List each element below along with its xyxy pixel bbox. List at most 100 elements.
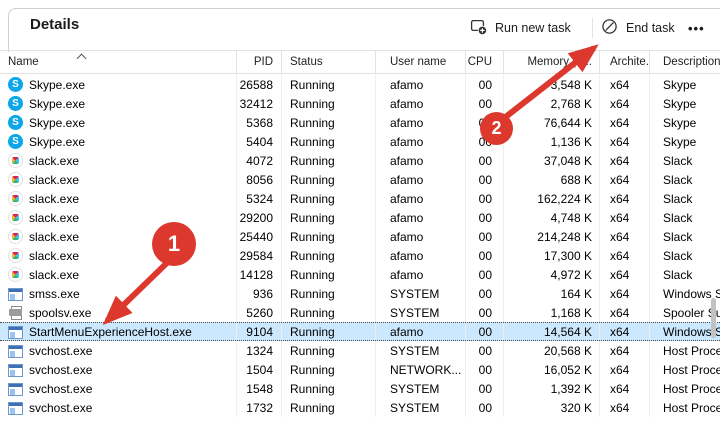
cell-mem: 688 K — [504, 170, 600, 189]
column-header-label: Name — [8, 56, 39, 68]
cell-name: spoolsv.exe — [0, 303, 237, 322]
windows-app-icon — [8, 401, 23, 415]
process-table: S Skype.exe 26588 Running afamo 00 3,548 Kx64 S… — [0, 75, 720, 417]
toolbar-divider — [592, 18, 593, 38]
table-row[interactable]: svchost.exe 1504 Running NETWORK... 00 16,052… — [0, 360, 720, 379]
cell-name: slack.exe — [0, 189, 237, 208]
table-row[interactable]: slack.exe 4072 Running afamo 00 37,048 Kx64 Sl… — [0, 151, 720, 170]
slack-icon — [8, 172, 23, 187]
cell-user: afamo — [376, 189, 466, 208]
windows-app-icon — [8, 363, 23, 377]
cell-status: Running — [282, 360, 376, 379]
table-row[interactable]: S Skype.exe 26588 Running afamo 00 3,548 Kx64 S… — [0, 75, 720, 94]
cell-user: afamo — [376, 75, 466, 94]
cell-user: SYSTEM — [376, 341, 466, 360]
table-row[interactable]: svchost.exe 1548 Running SYSTEM 00 1,392 Kx64… — [0, 379, 720, 398]
end-task-button[interactable]: End task — [601, 15, 675, 41]
more-options-button[interactable]: ••• — [688, 15, 705, 41]
table-row[interactable]: svchost.exe 1732 Running SYSTEM 00 320 Kx64 Ho… — [0, 398, 720, 417]
column-header-user[interactable]: User name — [376, 51, 466, 73]
column-header-label: Memory (a... — [527, 56, 592, 68]
cell-desc: Slack — [663, 172, 693, 187]
cell-name: S Skype.exe — [0, 75, 237, 94]
cell-mem: 1,136 K — [504, 132, 600, 151]
cell-mem: 37,048 K — [504, 151, 600, 170]
cell-status: Running — [282, 94, 376, 113]
cell-cpu: 00 — [466, 303, 504, 322]
cell-mem: 20,568 K — [504, 341, 600, 360]
column-header-status[interactable]: Status — [282, 51, 376, 73]
cell-mem: 1,392 K — [504, 379, 600, 398]
column-header-name[interactable]: Name — [0, 51, 237, 73]
cell-pid: 32412 — [237, 94, 282, 113]
cell-desc: Slack — [663, 153, 693, 168]
cell-arch: x64 — [600, 379, 650, 398]
cell-mem: 16,052 K — [504, 360, 600, 379]
cell-user: afamo — [376, 132, 466, 151]
cell-arch: x64 — [600, 75, 650, 94]
cell-pid: 5260 — [237, 303, 282, 322]
cell-desc: Skype — [663, 96, 697, 111]
cell-arch: x64 — [600, 323, 650, 340]
cell-pid: 1324 — [237, 341, 282, 360]
cell-name: S Skype.exe — [0, 94, 237, 113]
cell-desc: Slack — [663, 191, 693, 206]
cell-arch: x64 — [600, 151, 650, 170]
column-header-arch[interactable]: Archite... — [600, 51, 650, 73]
table-row[interactable]: spoolsv.exe 5260 Running SYSTEM 00 1,168 Kx64… — [0, 303, 720, 322]
column-header-pid[interactable]: PID — [237, 51, 282, 73]
process-name: slack.exe — [29, 229, 80, 244]
process-name: Skype.exe — [29, 134, 86, 149]
table-row[interactable]: slack.exe 25440 Running afamo 00 214,248 Kx64… — [0, 227, 720, 246]
column-header-mem[interactable]: Memory (a... — [504, 51, 600, 73]
run-new-task-button[interactable]: Run new task — [470, 15, 571, 41]
column-header-cpu[interactable]: CPU — [466, 51, 504, 73]
cell-arch: x64 — [600, 170, 650, 189]
cell-arch: x64 — [600, 341, 650, 360]
cell-cpu: 00 — [466, 398, 504, 417]
table-row[interactable]: SSkype.exe5368Runningafamo0076,644 Kx64S… — [0, 113, 720, 132]
process-name: Skype.exe — [29, 115, 86, 130]
printer-icon — [8, 305, 23, 320]
cell-name: slack.exe — [0, 227, 237, 246]
column-header-desc[interactable]: Description — [650, 51, 720, 73]
task-manager-details-window: Details Run new task End task ••• Name PI… — [0, 0, 720, 422]
table-row[interactable]: slack.exe 29200 Running afamo 00 4,748 Kx64 Sl… — [0, 208, 720, 227]
cell-cpu: 00 — [466, 75, 504, 94]
process-name: slack.exe — [29, 210, 80, 225]
table-row[interactable]: S Skype.exe 32412 Running afamo 00 2,768 Kx64 S… — [0, 94, 720, 113]
annotation-badge-2: 2 — [480, 112, 513, 145]
cell-cpu: 00 — [466, 94, 504, 113]
table-row[interactable]: slack.exe 29584 Running afamo 00 17,300 Kx64 S… — [0, 246, 720, 265]
cell-mem: 162,224 K — [504, 189, 600, 208]
cell-cpu: 00 — [466, 208, 504, 227]
table-row[interactable]: S Skype.exe 5404 Running afamo 00 1,136 Kx64 Sk… — [0, 132, 720, 151]
table-row[interactable]: slack.exe 8056 Running afamo 00 688 Kx64 Slack — [0, 170, 720, 189]
table-row-selected[interactable]: StartMenuExperienceHost.exe 9104 Running af… — [0, 322, 720, 341]
cell-user: afamo — [376, 170, 466, 189]
column-header-row: Name PID Status User name CPU Memory (a... Arc… — [0, 50, 720, 74]
process-name: slack.exe — [29, 267, 80, 282]
cell-desc: Host Proce — [663, 362, 720, 377]
column-header-label: PID — [253, 56, 273, 68]
table-row[interactable]: slack.exe 14128 Running afamo 00 4,972 Kx64 Sl… — [0, 265, 720, 284]
cell-user: afamo — [376, 265, 466, 284]
vertical-scrollbar-thumb[interactable] — [711, 298, 716, 338]
cell-arch: x64 — [600, 265, 650, 284]
annotation-badge-1: 1 — [152, 222, 196, 266]
cell-status: Running — [282, 323, 376, 340]
process-name: slack.exe — [29, 248, 80, 263]
table-row[interactable]: smss.exe 936 Running SYSTEM 00 164 Kx64 Window… — [0, 284, 720, 303]
cell-pid: 29200 — [237, 208, 282, 227]
cell-pid: 9104 — [237, 323, 282, 340]
table-row[interactable]: slack.exe 5324 Running afamo 00 162,224 Kx64 S… — [0, 189, 720, 208]
cell-pid: 1504 — [237, 360, 282, 379]
cell-user: afamo — [376, 323, 466, 340]
cell-desc: Skype — [663, 115, 697, 130]
skype-icon: S — [8, 115, 23, 130]
cell-mem: 164 K — [504, 284, 600, 303]
cell-arch: x64 — [600, 94, 650, 113]
table-row[interactable]: svchost.exe 1324 Running SYSTEM 00 20,568 Kx6… — [0, 341, 720, 360]
cell-status: Running — [282, 265, 376, 284]
cell-name: smss.exe — [0, 284, 237, 303]
